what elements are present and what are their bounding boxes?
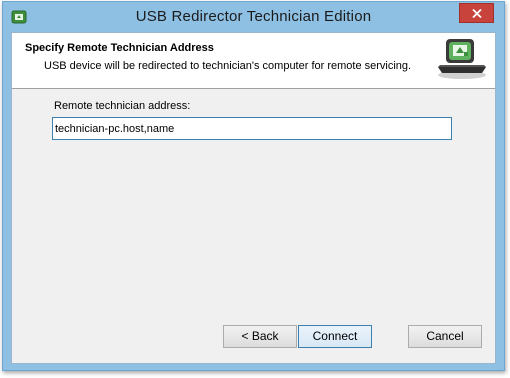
title-bar[interactable]: USB Redirector Technician Edition (3, 2, 504, 32)
header-subtitle: USB device will be redirected to technic… (44, 60, 412, 72)
cancel-button[interactable]: Cancel (408, 325, 482, 348)
address-label: Remote technician address: (54, 100, 191, 112)
connect-button[interactable]: Connect (298, 325, 372, 348)
back-button[interactable]: < Back (223, 325, 297, 348)
close-icon (472, 9, 482, 18)
close-button[interactable] (459, 3, 494, 23)
dialog-window: USB Redirector Technician Edition Specif… (2, 1, 505, 371)
wizard-header: Specify Remote Technician Address USB de… (12, 33, 495, 89)
remote-address-input[interactable] (52, 117, 452, 140)
dialog-body: Specify Remote Technician Address USB de… (11, 32, 496, 364)
computer-usb-device-icon (434, 37, 490, 81)
header-title: Specify Remote Technician Address (25, 42, 214, 54)
window-title: USB Redirector Technician Edition (135, 8, 372, 25)
